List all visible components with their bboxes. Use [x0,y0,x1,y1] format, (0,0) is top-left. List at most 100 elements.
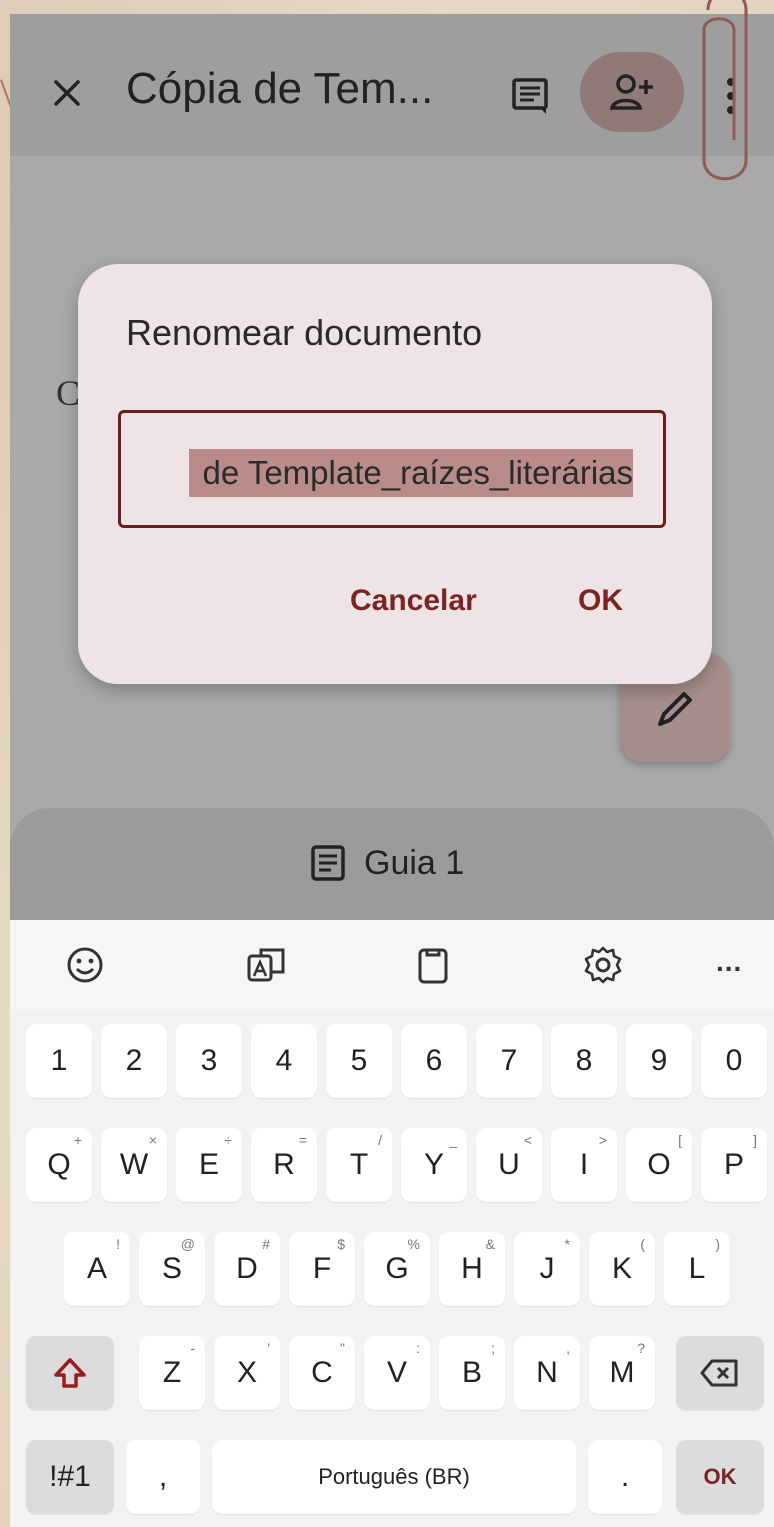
keyboard-toolbar: ... [10,920,774,1010]
document-name-input[interactable]: de Template_raízes_literárias [118,410,666,528]
key-label: O [647,1148,671,1181]
key-m[interactable]: M? [589,1336,655,1410]
symbols-key[interactable]: !#1 [26,1440,114,1514]
shift-key[interactable] [26,1336,114,1410]
key-label: 1 [50,1044,68,1077]
enter-key[interactable]: OK [676,1440,764,1514]
key-secondary-symbol: : [416,1340,420,1356]
key-label: 7 [500,1044,518,1077]
key-secondary-symbol: < [523,1132,532,1148]
tab-guia-1[interactable]: Guia 1 [310,838,464,888]
key-5[interactable]: 5 [326,1024,392,1098]
key-2[interactable]: 2 [101,1024,167,1098]
key-label: R [273,1148,295,1181]
key-secondary-symbol: # [262,1236,270,1252]
key-label: Y [423,1148,444,1181]
key-secondary-symbol: $ [337,1236,345,1252]
key-g[interactable]: G% [364,1232,430,1306]
key-l[interactable]: L) [664,1232,730,1306]
cancel-button[interactable]: Cancelar [350,584,477,618]
key-z[interactable]: Z- [139,1336,205,1410]
enter-key-label: OK [703,1464,737,1489]
more-horiz-icon[interactable]: ... [716,946,742,978]
comment-icon[interactable] [510,76,550,116]
period-key-label: . [620,1460,630,1493]
backspace-key[interactable] [676,1336,764,1410]
key-label: T [349,1148,369,1181]
ok-button[interactable]: OK [578,584,623,618]
key-9[interactable]: 9 [626,1024,692,1098]
key-label: 6 [425,1044,443,1077]
shift-arrow-icon [54,1358,86,1388]
emoji-icon[interactable] [62,942,108,988]
key-r[interactable]: R = [251,1128,317,1202]
space-key[interactable]: Português (BR) [212,1440,576,1514]
settings-icon[interactable] [580,942,626,988]
key-label: I [579,1148,589,1181]
key-secondary-symbol: ! [116,1236,120,1252]
key-q[interactable]: Q + [26,1128,92,1202]
key-label: 0 [725,1044,743,1077]
key-b[interactable]: B; [439,1336,505,1410]
share-button[interactable] [580,52,684,132]
document-title[interactable]: Cópia de Tem... [126,64,433,114]
key-label: 3 [200,1044,218,1077]
period-key[interactable]: . [588,1440,662,1514]
key-label: 2 [125,1044,143,1077]
key-4[interactable]: 4 [251,1024,317,1098]
key-v[interactable]: V: [364,1336,430,1410]
key-o[interactable]: O[ [626,1128,692,1202]
key-t[interactable]: T / [326,1128,392,1202]
key-a[interactable]: A! [64,1232,130,1306]
key-secondary-symbol: / [378,1132,382,1148]
key-y[interactable]: Y _ [401,1128,467,1202]
key-d[interactable]: D # [214,1232,280,1306]
key-label: L [688,1252,706,1285]
comma-key-label: , [158,1460,168,1493]
key-label: K [611,1252,632,1285]
key-u[interactable]: U < [476,1128,542,1202]
key-f[interactable]: F $ [289,1232,355,1306]
key-secondary-symbol: > [598,1132,607,1148]
key-s[interactable]: S @ [139,1232,205,1306]
key-label: 9 [650,1044,668,1077]
key-8[interactable]: 8 [551,1024,617,1098]
key-secondary-symbol: ? [637,1340,645,1356]
comma-key[interactable]: , [126,1440,200,1514]
key-label: M [609,1356,635,1389]
key-1[interactable]: 1 [26,1024,92,1098]
key-i[interactable]: I > [551,1128,617,1202]
translate-icon[interactable] [243,942,289,988]
paperclip-decoration [702,0,748,181]
key-secondary-symbol: ÷ [224,1132,232,1148]
key-x[interactable]: X ' [214,1336,280,1410]
key-label: E [198,1148,219,1181]
key-secondary-symbol: , [566,1340,570,1356]
clipboard-icon[interactable] [410,942,456,988]
key-secondary-symbol: = [298,1132,307,1148]
key-h[interactable]: H & [439,1232,505,1306]
close-icon[interactable] [50,76,84,110]
key-label: G [385,1252,409,1285]
key-p[interactable]: P] [701,1128,767,1202]
key-w[interactable]: W × [101,1128,167,1202]
key-secondary-symbol: × [148,1132,157,1148]
key-secondary-symbol: _ [449,1132,457,1148]
key-3[interactable]: 3 [176,1024,242,1098]
key-0[interactable]: 0 [701,1024,767,1098]
key-n[interactable]: N, [514,1336,580,1410]
document-icon [311,845,345,881]
key-j[interactable]: J * [514,1232,580,1306]
key-label: 4 [275,1044,293,1077]
key-secondary-symbol: ' [267,1340,270,1356]
key-c[interactable]: C " [289,1336,355,1410]
person-add-icon [610,74,653,110]
key-e[interactable]: E ÷ [176,1128,242,1202]
phone-screen: Cópia de Tem... C Guia 1 Renomear docume… [10,14,774,1527]
key-6[interactable]: 6 [401,1024,467,1098]
key-label: P [723,1148,744,1181]
key-7[interactable]: 7 [476,1024,542,1098]
rename-dialog: Renomear documento de Template_raízes_li… [78,264,712,684]
key-k[interactable]: K( [589,1232,655,1306]
key-secondary-symbol: % [407,1236,420,1252]
